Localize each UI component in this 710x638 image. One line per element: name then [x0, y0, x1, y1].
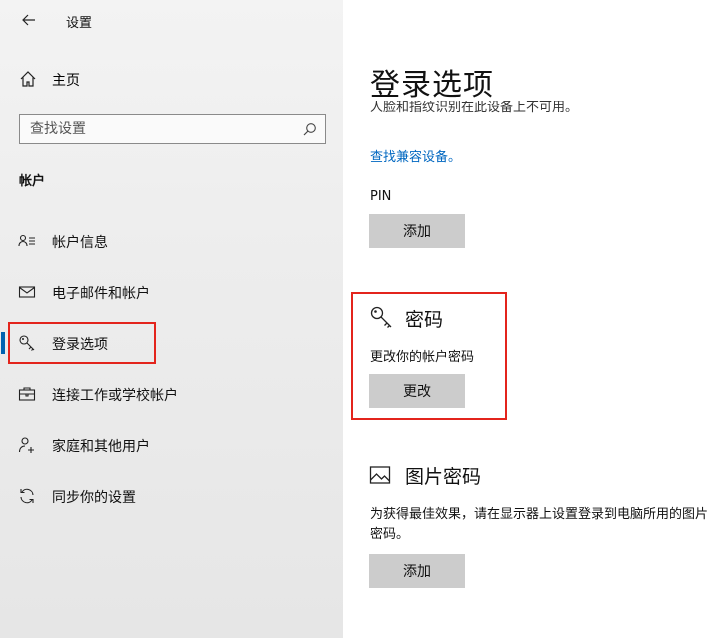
back-button[interactable]: [18, 9, 40, 31]
sidebar-item-sync-settings[interactable]: 同步你的设置: [0, 478, 343, 514]
briefcase-icon: [18, 387, 36, 401]
find-compatible-devices-link[interactable]: 查找兼容设备。: [370, 146, 461, 165]
change-password-button[interactable]: 更改: [369, 374, 465, 408]
search-input[interactable]: [30, 118, 290, 140]
user-info-icon: [18, 234, 35, 247]
sidebar-item-label: 电子邮件和帐户: [52, 286, 150, 302]
back-arrow-icon: [22, 14, 35, 26]
key-icon: [370, 306, 392, 328]
sidebar-item-label: 主页: [52, 73, 80, 89]
pin-heading: PIN: [370, 189, 392, 204]
app-title: 设置: [66, 16, 93, 31]
search-icon[interactable]: [303, 122, 317, 136]
sidebar-item-label: 家庭和其他用户: [52, 439, 150, 455]
sidebar-item-sign-in-options[interactable]: 登录选项: [0, 325, 343, 361]
picture-password-heading-label: 图片密码: [405, 466, 482, 488]
picture-icon: [369, 466, 391, 484]
password-heading-label: 密码: [405, 309, 444, 331]
search-box: [19, 114, 326, 144]
sync-icon: [20, 488, 34, 504]
page-title: 登录选项: [370, 68, 494, 103]
sidebar-item-label: 连接工作或学校帐户: [52, 388, 178, 404]
add-user-icon: [18, 437, 34, 453]
content-pane: 登录选项 人脸和指纹识别在此设备上不可用。 查找兼容设备。 PIN 添加 密码 …: [343, 0, 710, 638]
sidebar-item-label: 登录选项: [52, 337, 108, 353]
home-icon: [20, 71, 36, 87]
picture-password-description: 为获得最佳效果，请在显示器上设置登录到电脑所用的图片密码。: [370, 507, 709, 542]
sidebar-item-home[interactable]: 主页: [0, 62, 343, 96]
sidebar-item-work-school[interactable]: 连接工作或学校帐户: [0, 376, 343, 412]
mail-icon: [18, 286, 36, 298]
sidebar-item-family-users[interactable]: 家庭和其他用户: [0, 427, 343, 463]
face-fingerprint-unavailable-text: 人脸和指纹识别在此设备上不可用。: [370, 101, 579, 115]
sidebar-item-label: 帐户信息: [52, 235, 108, 251]
password-description: 更改你的帐户密码: [370, 350, 475, 365]
selection-indicator: [1, 332, 5, 354]
picture-password-add-button[interactable]: 添加: [369, 554, 465, 588]
sidebar-item-your-info[interactable]: 帐户信息: [0, 223, 343, 259]
pin-add-button[interactable]: 添加: [369, 214, 465, 248]
section-heading-accounts: 帐户: [19, 174, 46, 189]
sidebar-item-email-accounts[interactable]: 电子邮件和帐户: [0, 274, 343, 310]
sidebar-item-label: 同步你的设置: [52, 490, 136, 506]
title-bar: 设置: [0, 0, 343, 48]
settings-sidebar: 设置 主页 帐户 帐户信息 电子邮件和帐户 登录选项 连接工作或学校帐户 家庭和…: [0, 0, 343, 638]
key-icon: [19, 335, 35, 351]
